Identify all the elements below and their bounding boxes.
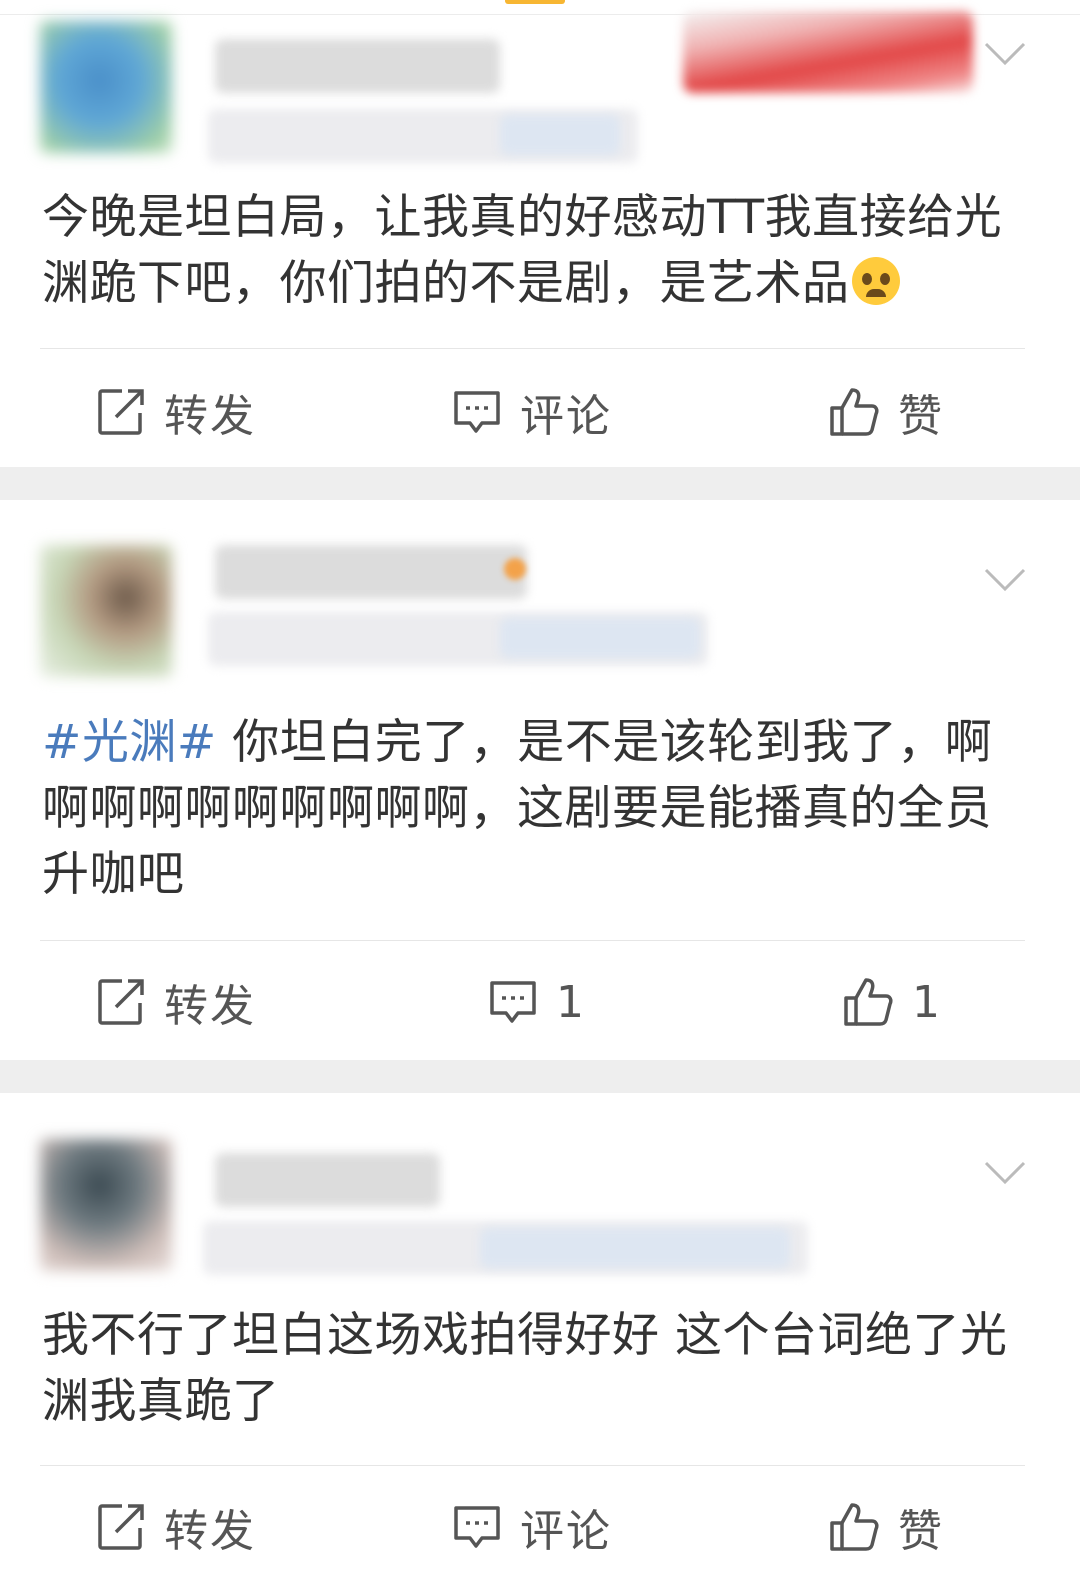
comment-icon	[454, 391, 500, 433]
repost-label: 转发	[164, 1506, 256, 1557]
repost-icon	[98, 1504, 144, 1550]
post-card-1: 今晚是坦白局，让我真的好感动TT我直接给光渊跪下吧，你们拍的不是剧，是艺术品 转…	[0, 11, 1080, 467]
crying-face-emoji-icon	[851, 257, 900, 305]
like-label: 赞	[898, 1506, 944, 1557]
comment-button[interactable]: 评论	[452, 1497, 612, 1557]
post-source-blurred	[500, 618, 700, 658]
user-level-badge	[504, 558, 526, 580]
user-avatar[interactable]	[40, 21, 172, 153]
chevron-down-icon[interactable]	[984, 568, 1026, 592]
like-label: 赞	[898, 391, 944, 442]
thumbs-up-icon	[830, 388, 879, 436]
repost-button[interactable]: 转发	[96, 382, 256, 442]
repost-button[interactable]: 转发	[96, 972, 256, 1032]
post-source-blurred	[500, 115, 620, 155]
like-button[interactable]: 1	[842, 972, 942, 1032]
post-separator	[0, 467, 1080, 500]
action-divider	[40, 348, 1025, 349]
repost-icon	[98, 979, 144, 1025]
post-text: #光渊# 你坦白完了，是不是该轮到我了，啊啊啊啊啊啊啊啊啊啊，这剧要是能播真的全…	[42, 715, 993, 902]
thumbs-up-icon	[844, 978, 893, 1026]
post-source-blurred	[480, 1228, 790, 1268]
post-card-3: 我不行了坦白这场戏拍得好好 这个台词绝了光渊我真跪了 转发 评论 赞	[0, 1093, 1080, 1591]
post-separator	[0, 1060, 1080, 1093]
action-divider	[40, 940, 1025, 941]
repost-label: 转发	[164, 981, 256, 1032]
username-blurred[interactable]	[215, 1153, 440, 1207]
repost-label: 转发	[164, 391, 256, 442]
repost-button[interactable]: 转发	[96, 1497, 256, 1557]
like-button[interactable]: 赞	[828, 1497, 944, 1557]
post-text: 今晚是坦白局，让我真的好感动TT我直接给光渊跪下吧，你们拍的不是剧，是艺术品	[42, 190, 1003, 311]
post-text: 我不行了坦白这场戏拍得好好 这个台词绝了光渊我真跪了	[42, 1308, 1008, 1429]
comment-count: 1	[556, 976, 586, 1028]
action-divider	[40, 1465, 1025, 1466]
comment-button[interactable]: 1	[488, 972, 586, 1032]
username-blurred[interactable]	[215, 39, 500, 93]
user-badge-banner	[683, 11, 973, 93]
user-avatar[interactable]	[40, 1139, 172, 1271]
comment-label: 评论	[520, 1506, 612, 1557]
like-button[interactable]: 赞	[828, 382, 944, 442]
repost-icon	[98, 389, 144, 435]
chevron-down-icon[interactable]	[984, 1161, 1026, 1185]
thumbs-up-icon	[830, 1503, 879, 1551]
chevron-down-icon[interactable]	[984, 42, 1026, 66]
comment-icon	[454, 1506, 500, 1548]
username-blurred[interactable]	[215, 545, 527, 599]
active-tab-indicator	[505, 0, 565, 4]
user-avatar[interactable]	[40, 545, 172, 677]
comment-button[interactable]: 评论	[452, 382, 612, 442]
post-card-2: #光渊# 你坦白完了，是不是该轮到我了，啊啊啊啊啊啊啊啊啊啊，这剧要是能播真的全…	[0, 500, 1080, 1060]
hashtag-link[interactable]: #光渊#	[42, 715, 217, 770]
comment-icon	[490, 981, 536, 1023]
like-count: 1	[912, 976, 942, 1028]
comment-label: 评论	[520, 391, 612, 442]
